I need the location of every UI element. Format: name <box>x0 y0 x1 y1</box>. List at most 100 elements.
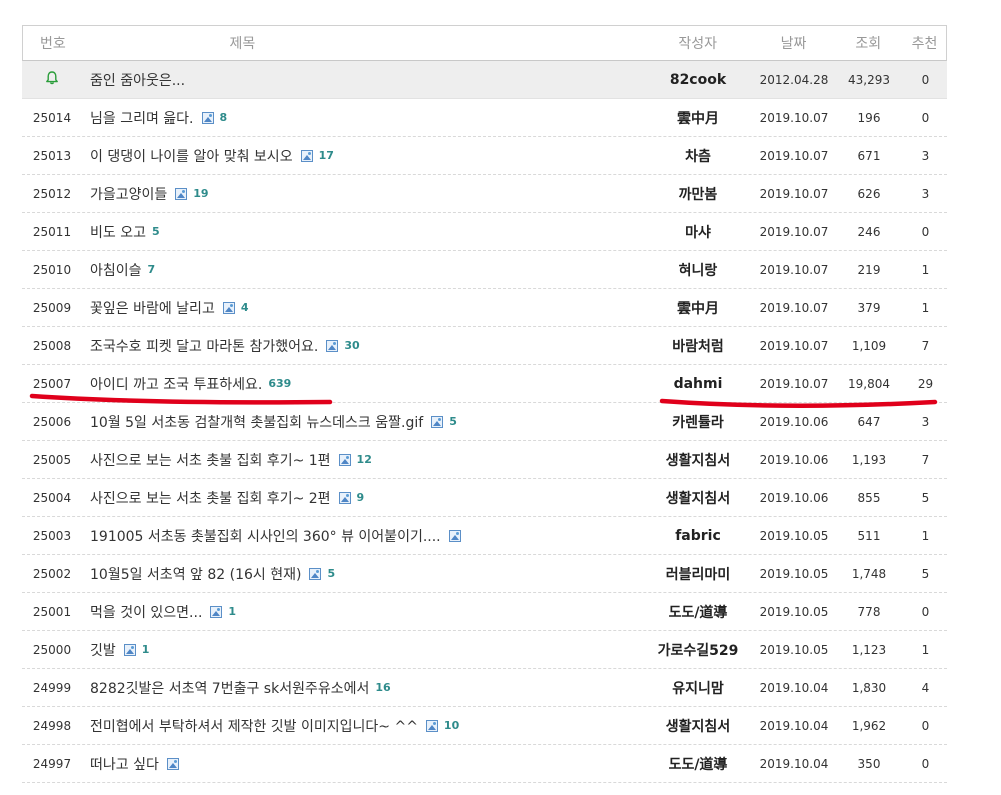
comment-count[interactable]: 5 <box>152 225 160 238</box>
table-row[interactable]: 25006 10월 5일 서초동 검찰개혁 촛불집회 뉴스데스크 움짤.gif 5 카… <box>22 403 947 441</box>
post-recommend: 0 <box>921 110 930 125</box>
comment-count[interactable]: 8 <box>220 111 228 124</box>
post-number: 25012 <box>32 186 72 201</box>
post-title-cell[interactable]: 아침이슬 7 <box>82 260 642 280</box>
post-title[interactable]: 사진으로 보는 서초 촛불 집회 후기~ 2편 <box>90 488 331 508</box>
post-title-cell[interactable]: 조국수호 피켓 달고 마라톤 참가했어요. 30 <box>82 336 642 356</box>
comment-count[interactable]: 17 <box>319 149 334 162</box>
post-date: 2019.10.05 <box>759 642 829 657</box>
post-author[interactable]: 생활지침서 <box>642 450 754 470</box>
table-row[interactable]: 25014 님을 그리며 읊다. 8 雲中月 2019.10.07 196 0 <box>22 99 947 137</box>
post-title-cell[interactable]: 사진으로 보는 서초 촛불 집회 후기~ 1편 12 <box>82 450 642 470</box>
comment-count[interactable]: 10 <box>444 719 459 732</box>
comment-count[interactable]: 5 <box>449 415 457 428</box>
post-title-cell[interactable]: 이 댕댕이 나이를 알아 맞춰 보시오 17 <box>82 146 642 166</box>
post-title[interactable]: 비도 오고 <box>90 222 146 242</box>
post-author[interactable]: 도도/道導 <box>642 602 754 622</box>
post-author[interactable]: 가로수길529 <box>642 640 754 660</box>
post-title-cell[interactable]: 꽃잎은 바람에 날리고 4 <box>82 298 642 318</box>
post-title-cell[interactable]: 전미협에서 부탁하셔서 제작한 깃발 이미지입니다~ ^^ 10 <box>82 716 642 736</box>
table-row[interactable]: 25012 가을고양이들 19 까만봄 2019.10.07 626 3 <box>22 175 947 213</box>
post-title[interactable]: 10월5일 서초역 앞 82 (16시 현재) <box>90 564 301 584</box>
comment-count[interactable]: 7 <box>148 263 156 276</box>
comment-count[interactable]: 1 <box>142 643 150 656</box>
post-author[interactable]: dahmi <box>642 376 754 392</box>
comment-count[interactable]: 1 <box>228 605 236 618</box>
post-title[interactable]: 떠나고 싶다 <box>90 754 159 774</box>
post-author[interactable]: 생활지침서 <box>642 716 754 736</box>
post-title-cell[interactable]: 아이디 까고 조국 투표하세요. 639 <box>82 374 642 394</box>
post-date: 2019.10.04 <box>759 756 829 771</box>
table-row[interactable]: 25011 비도 오고 5 마샤 2019.10.07 246 0 <box>22 213 947 251</box>
post-author[interactable]: fabric <box>642 528 754 544</box>
notice-title-link[interactable]: 줌인 줌아웃은... <box>82 70 642 90</box>
notice-row[interactable]: 줌인 줌아웃은... 82cook 2012.04.28 43,293 0 <box>22 61 947 99</box>
post-title[interactable]: 아이디 까고 조국 투표하세요. <box>90 374 262 394</box>
post-author[interactable]: 까만봄 <box>642 184 754 204</box>
comment-count[interactable]: 639 <box>268 377 291 390</box>
post-author[interactable]: 카렌튤라 <box>642 412 754 432</box>
post-title[interactable]: 이 댕댕이 나이를 알아 맞춰 보시오 <box>90 146 293 166</box>
post-number: 25004 <box>32 490 72 505</box>
post-title-cell[interactable]: 깃발 1 <box>82 640 642 660</box>
table-row[interactable]: 25010 아침이슬 7 혀니랑 2019.10.07 219 1 <box>22 251 947 289</box>
post-views: 379 <box>857 300 881 315</box>
post-title[interactable]: 전미협에서 부탁하셔서 제작한 깃발 이미지입니다~ ^^ <box>90 716 418 736</box>
table-row[interactable]: 25001 먹을 것이 있으면... 1 도도/道導 2019.10.05 778 0 <box>22 593 947 631</box>
table-row[interactable]: 25002 10월5일 서초역 앞 82 (16시 현재) 5 러블리마미 2019.1… <box>22 555 947 593</box>
post-title-cell[interactable]: 사진으로 보는 서초 촛불 집회 후기~ 2편 9 <box>82 488 642 508</box>
table-row[interactable]: 25004 사진으로 보는 서초 촛불 집회 후기~ 2편 9 생활지침서 2019.1… <box>22 479 947 517</box>
post-title[interactable]: 님을 그리며 읊다. <box>90 108 194 128</box>
notice-author[interactable]: 82cook <box>642 72 754 88</box>
table-row[interactable]: 25000 깃발 1 가로수길529 2019.10.05 1,123 1 <box>22 631 947 669</box>
post-title-cell[interactable]: 떠나고 싶다 <box>82 754 642 774</box>
post-author[interactable]: 유지니맘 <box>642 678 754 698</box>
post-author[interactable]: 생활지침서 <box>642 488 754 508</box>
notice-title[interactable]: 줌인 줌아웃은... <box>90 70 185 90</box>
post-title[interactable]: 사진으로 보는 서초 촛불 집회 후기~ 1편 <box>90 450 331 470</box>
post-author[interactable]: 마샤 <box>642 222 754 242</box>
table-row[interactable]: 25009 꽃잎은 바람에 날리고 4 雲中月 2019.10.07 379 1 <box>22 289 947 327</box>
post-title-cell[interactable]: 가을고양이들 19 <box>82 184 642 204</box>
post-title-cell[interactable]: 8282깃발은 서초역 7번출구 sk서원주유소에서 16 <box>82 678 642 698</box>
post-title-cell[interactable]: 191005 서초동 촛불집회 시사인의 360° 뷰 이어붙이기.... <box>82 526 642 546</box>
table-row[interactable]: 24998 전미협에서 부탁하셔서 제작한 깃발 이미지입니다~ ^^ 10 생활지침… <box>22 707 947 745</box>
post-author[interactable]: 러블리마미 <box>642 564 754 584</box>
post-title[interactable]: 가을고양이들 <box>90 184 167 204</box>
post-title-cell[interactable]: 먹을 것이 있으면... 1 <box>82 602 642 622</box>
table-row[interactable]: 25007 아이디 까고 조국 투표하세요. 639 dahmi 2019.10.07 1… <box>22 365 947 403</box>
post-title[interactable]: 아침이슬 <box>90 260 142 280</box>
comment-count[interactable]: 19 <box>193 187 208 200</box>
post-title[interactable]: 꽃잎은 바람에 날리고 <box>90 298 215 318</box>
comment-count[interactable]: 16 <box>375 681 390 694</box>
comment-count[interactable]: 12 <box>357 453 372 466</box>
comment-count[interactable]: 4 <box>241 301 249 314</box>
table-row[interactable]: 24999 8282깃발은 서초역 7번출구 sk서원주유소에서 16 유지니맘 201… <box>22 669 947 707</box>
post-title[interactable]: 10월 5일 서초동 검찰개혁 촛불집회 뉴스데스크 움짤.gif <box>90 412 423 432</box>
table-row[interactable]: 24997 떠나고 싶다 도도/道導 2019.10.04 350 0 <box>22 745 947 783</box>
table-row[interactable]: 25013 이 댕댕이 나이를 알아 맞춰 보시오 17 차츰 2019.10.07 67… <box>22 137 947 175</box>
table-row[interactable]: 25005 사진으로 보는 서초 촛불 집회 후기~ 1편 12 생활지침서 2019.… <box>22 441 947 479</box>
post-title-cell[interactable]: 10월 5일 서초동 검찰개혁 촛불집회 뉴스데스크 움짤.gif 5 <box>82 412 642 432</box>
post-author[interactable]: 바람처럼 <box>642 336 754 356</box>
post-date: 2019.10.04 <box>759 718 829 733</box>
post-author[interactable]: 雲中月 <box>642 298 754 318</box>
comment-count[interactable]: 5 <box>327 567 335 580</box>
post-title[interactable]: 조국수호 피켓 달고 마라톤 참가했어요. <box>90 336 318 356</box>
image-attachment-icon <box>425 719 438 732</box>
comment-count[interactable]: 30 <box>344 339 359 352</box>
post-title[interactable]: 8282깃발은 서초역 7번출구 sk서원주유소에서 <box>90 678 369 698</box>
post-author[interactable]: 혀니랑 <box>642 260 754 280</box>
post-title[interactable]: 191005 서초동 촛불집회 시사인의 360° 뷰 이어붙이기.... <box>90 526 441 546</box>
comment-count[interactable]: 9 <box>357 491 365 504</box>
post-author[interactable]: 차츰 <box>642 146 754 166</box>
table-row[interactable]: 25003 191005 서초동 촛불집회 시사인의 360° 뷰 이어붙이기..… <box>22 517 947 555</box>
post-title-cell[interactable]: 10월5일 서초역 앞 82 (16시 현재) 5 <box>82 564 642 584</box>
post-title-cell[interactable]: 님을 그리며 읊다. 8 <box>82 108 642 128</box>
post-title-cell[interactable]: 비도 오고 5 <box>82 222 642 242</box>
post-title[interactable]: 먹을 것이 있으면... <box>90 602 202 622</box>
table-row[interactable]: 25008 조국수호 피켓 달고 마라톤 참가했어요. 30 바람처럼 2019.10.… <box>22 327 947 365</box>
post-author[interactable]: 도도/道導 <box>642 754 754 774</box>
post-title[interactable]: 깃발 <box>90 640 116 660</box>
post-author[interactable]: 雲中月 <box>642 108 754 128</box>
